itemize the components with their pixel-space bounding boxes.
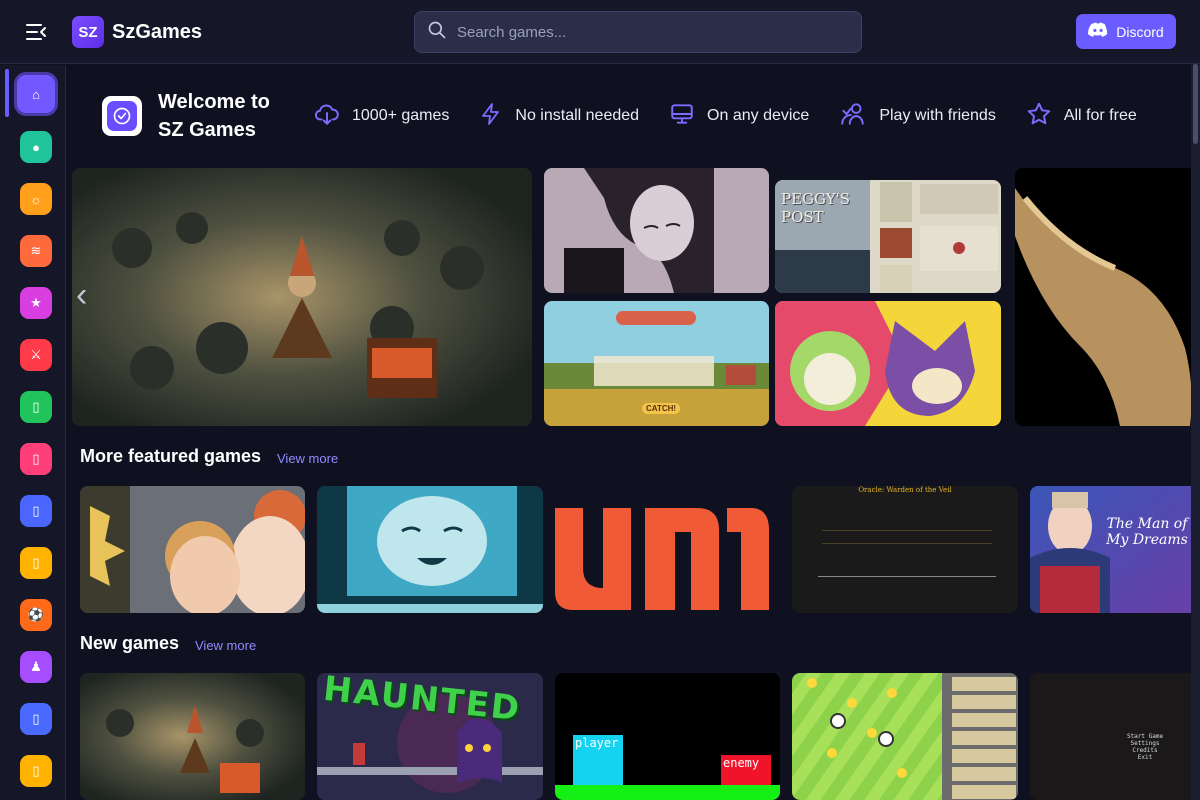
menu-credits: Credits: [1132, 747, 1158, 754]
menu-collapse-icon[interactable]: [24, 20, 48, 44]
feature-no-install: No install needed: [479, 101, 639, 132]
download-icon: [314, 101, 340, 132]
sun-icon[interactable]: ☼: [20, 183, 52, 215]
logo-mark: SZ: [72, 16, 104, 48]
game-dwarf-goblins[interactable]: [80, 673, 305, 800]
game-start-menu[interactable]: Start Game Settings Credits Exit: [1030, 673, 1200, 800]
player-label: player: [575, 736, 619, 750]
feature-label: No install needed: [515, 107, 640, 124]
shield-icon[interactable]: ▯: [20, 703, 52, 735]
feature-games-count: 1000+ games: [314, 101, 449, 132]
welcome-banner: Welcome to SZ Games 1000+ games No insta…: [82, 80, 1192, 152]
more-featured-view-more-link[interactable]: View more: [277, 451, 338, 466]
feature-any-device: On any device: [669, 101, 809, 132]
swords-icon[interactable]: ⚔: [20, 339, 52, 371]
discord-label: Discord: [1116, 23, 1164, 40]
featured-peggys-post-game[interactable]: PEGGY'S POST: [775, 180, 1001, 293]
enemy-label: enemy: [723, 756, 760, 770]
cube-icon[interactable]: ▯: [20, 495, 52, 527]
divider: [818, 576, 996, 577]
new-games-view-more-link[interactable]: View more: [195, 638, 256, 653]
friends-icon: [839, 101, 867, 132]
trophy-icon[interactable]: ▯: [20, 755, 52, 787]
featured-golden-statue-game[interactable]: [1015, 168, 1200, 426]
search-box[interactable]: [414, 11, 862, 53]
feature-label: All for free: [1063, 107, 1137, 124]
verified-badge-icon: [102, 96, 142, 136]
star-outline-icon: [1026, 101, 1052, 132]
scrollbar-thumb[interactable]: [1193, 64, 1198, 144]
circle-icon[interactable]: ●: [20, 131, 52, 163]
carousel-prev-icon[interactable]: ‹: [76, 276, 100, 316]
game-haunted[interactable]: HAUNTED: [317, 673, 543, 800]
search-icon: [427, 20, 447, 45]
feature-label: On any device: [707, 107, 810, 124]
zigzag-icon[interactable]: ≋: [20, 235, 52, 267]
start-menu-list: Start Game Settings Credits Exit: [1110, 733, 1180, 761]
game-player-enemy[interactable]: player enemy: [555, 673, 780, 800]
new-games-title: New games: [80, 633, 180, 653]
feature-friends: Play with friends: [839, 101, 996, 132]
ground-block: [555, 785, 780, 800]
crown-icon[interactable]: ▯: [20, 547, 52, 579]
dark-text-body-lines: [822, 530, 992, 544]
featured-cat-battle-game[interactable]: [775, 301, 1001, 426]
feature-label: 1000+ games: [352, 107, 450, 124]
puzzle-icon[interactable]: ▯: [20, 391, 52, 423]
search-input[interactable]: [457, 23, 837, 41]
featured-crying-girl-game[interactable]: [544, 168, 769, 293]
feature-free: All for free: [1026, 101, 1137, 132]
site-logo[interactable]: SZ SzGames: [72, 16, 202, 48]
menu-start-game: Start Game: [1126, 733, 1164, 740]
welcome-title: Welcome to SZ Games: [158, 91, 270, 141]
feature-label: Play with friends: [879, 107, 996, 124]
ball-icon[interactable]: ⚽: [20, 599, 52, 631]
page-scrollbar[interactable]: [1191, 64, 1200, 800]
sidebar-active-indicator: [5, 69, 9, 117]
home-icon[interactable]: ⌂: [17, 75, 55, 113]
featured-farm-catch-game[interactable]: CATCH!: [544, 301, 769, 426]
game-pixel-girl[interactable]: [317, 486, 543, 613]
game-dark-text[interactable]: Oracle: Warden of the Veil: [792, 486, 1018, 613]
featured-hero-dwarf-game[interactable]: [72, 168, 532, 426]
game-anime-dungeon[interactable]: [80, 486, 305, 613]
more-featured-title: More featured games: [80, 446, 262, 466]
peggys-post-title: PEGGY'S POST: [781, 190, 851, 226]
game-coin-field[interactable]: [792, 673, 1018, 800]
menu-exit: Exit: [1137, 754, 1153, 761]
game-um-logo[interactable]: [555, 486, 780, 613]
category-sidebar: ⌂ ● ☼ ≋ ★ ⚔ ▯ ▯ ▯ ▯ ⚽ ♟ ▯ ▯: [0, 65, 66, 800]
star-icon[interactable]: ★: [20, 287, 52, 319]
bolt-icon: [479, 101, 503, 132]
top-bar: SZ SzGames Discord: [0, 0, 1200, 64]
pawn-icon[interactable]: ♟: [20, 651, 52, 683]
man-of-my-dreams-title: The Man of My Dreams: [1106, 516, 1188, 548]
site-name: SzGames: [112, 20, 203, 43]
discord-button[interactable]: Discord: [1076, 14, 1176, 49]
monitor-icon: [669, 101, 695, 132]
menu-settings: Settings: [1130, 740, 1160, 747]
heart-icon[interactable]: ▯: [20, 443, 52, 475]
catch-button-text: CATCH!: [642, 403, 681, 414]
dark-text-game-title: Oracle: Warden of the Veil: [858, 486, 952, 494]
discord-icon: [1088, 22, 1108, 41]
game-man-of-my-dreams[interactable]: The Man of My Dreams: [1030, 486, 1200, 613]
